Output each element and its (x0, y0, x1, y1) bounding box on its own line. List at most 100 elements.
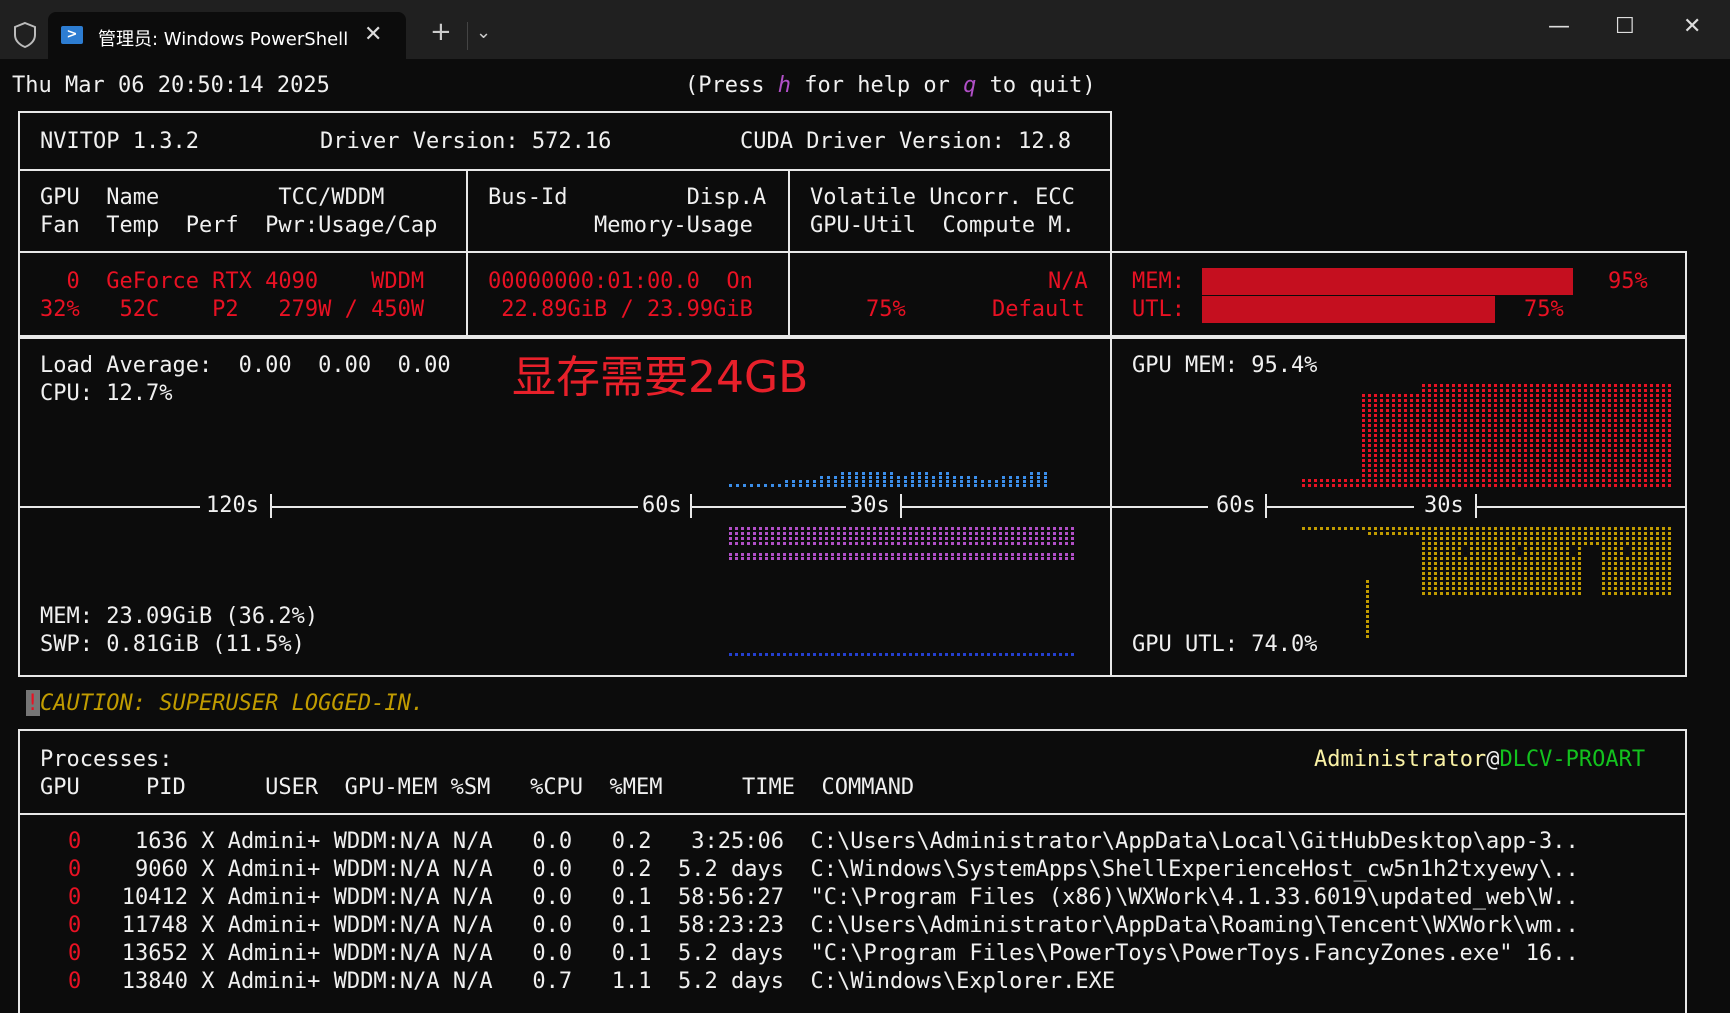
cpu-graph-dot (841, 484, 844, 487)
gpu-utl-graph-dot (1602, 547, 1605, 550)
mem-graph-dot (957, 527, 960, 530)
mem-graph-dot (813, 532, 816, 535)
gpu-utl-graph-dot (1464, 577, 1467, 580)
swap-graph-dot (1071, 653, 1074, 656)
gpu-mem-graph-dot (1458, 469, 1461, 472)
gpu-mem-graph-dot (1500, 459, 1503, 462)
mem-graph-dot (903, 532, 906, 535)
gpu-mem-graph-dot (1620, 434, 1623, 437)
gpu-utl-graph-dot (1410, 532, 1413, 535)
mem-graph-dot (1059, 537, 1062, 540)
process-row[interactable]: 10412 X Admini+ WDDM:N/A N/A 0.0 0.1 58:… (82, 884, 1579, 912)
gpu-utl-graph-dot (1494, 527, 1497, 530)
gpu-mem-graph-dot (1590, 424, 1593, 427)
gpu-mem-graph-dot (1548, 454, 1551, 457)
gpu-mem-graph-dot (1506, 424, 1509, 427)
gpu-utl-graph-dot (1422, 547, 1425, 550)
gpu-mem-graph-dot (1530, 424, 1533, 427)
process-row[interactable]: 11748 X Admini+ WDDM:N/A N/A 0.0 0.1 58:… (82, 912, 1579, 940)
gpu-mem-graph-dot (1554, 434, 1557, 437)
gpu-utl-graph-dot (1608, 527, 1611, 530)
gpu-utl-graph-dot (1494, 587, 1497, 590)
gpu-mem-graph-dot (1392, 479, 1395, 482)
gpu-utl-graph-dot (1542, 542, 1545, 545)
cpu-graph-dot (1030, 480, 1033, 483)
gpu-mem-graph-dot (1482, 414, 1485, 417)
gpu-mem-graph-dot (1650, 399, 1653, 402)
gpu-utl-graph-dot (1366, 585, 1369, 588)
gpu-utl-graph-dot (1422, 572, 1425, 575)
gpu-utl-graph-dot (1632, 582, 1635, 585)
gpu-mem-graph-dot (1554, 404, 1557, 407)
gpu-utl-graph-dot (1368, 527, 1371, 530)
gpu-mem-graph-dot (1452, 384, 1455, 387)
swap-graph-dot (861, 653, 864, 656)
gpu-mem-graph-dot (1476, 384, 1479, 387)
gpu-mem-graph-dot (1560, 469, 1563, 472)
gpu-mem-graph-dot (1602, 429, 1605, 432)
gpu-mem-graph-dot (1632, 434, 1635, 437)
gpu-mem-graph-dot (1614, 439, 1617, 442)
process-row[interactable]: 9060 X Admini+ WDDM:N/A N/A 0.0 0.2 5.2 … (82, 856, 1579, 884)
gpu-utl-graph-dot (1614, 587, 1617, 590)
gpu-mem-graph-dot (1524, 389, 1527, 392)
gpu-utl-graph-dot (1488, 542, 1491, 545)
gpu-utl-graph-dot (1512, 592, 1515, 595)
gpu-mem-graph-dot (1362, 424, 1365, 427)
gpu-utl-graph-dot (1572, 532, 1575, 535)
gpu-utl-graph-dot (1428, 527, 1431, 530)
gpu-mem-graph-dot (1494, 409, 1497, 412)
swap-graph-dot (807, 653, 810, 656)
gpu-mem-graph-dot (1662, 429, 1665, 432)
gpu-utl-graph-dot (1596, 527, 1599, 530)
mem-graph-dot (753, 532, 756, 535)
gpu-utl-graph-dot (1446, 547, 1449, 550)
mem-graph-dot (993, 527, 996, 530)
gpu-mem-graph-dot (1440, 409, 1443, 412)
gpu-utl-graph-dot (1560, 592, 1563, 595)
gpu-utl-graph-dot (1662, 572, 1665, 575)
mem-graph-dot (1023, 557, 1026, 560)
mem-graph-dot (1029, 557, 1032, 560)
process-row[interactable]: 13840 X Admini+ WDDM:N/A N/A 0.7 1.1 5.2… (82, 968, 1115, 996)
gpu-mem-graph-dot (1428, 389, 1431, 392)
process-row[interactable]: 13652 X Admini+ WDDM:N/A N/A 0.0 0.1 5.2… (82, 940, 1579, 968)
gpu-mem-graph-dot (1404, 434, 1407, 437)
cpu-graph-dot (904, 484, 907, 487)
gpu-utl-graph-dot (1410, 527, 1413, 530)
gpu-mem-graph-dot (1416, 414, 1419, 417)
gpu-mem-graph-dot (1566, 454, 1569, 457)
gpu-mem-graph-dot (1458, 434, 1461, 437)
gpu-mem-graph-dot (1350, 479, 1353, 482)
gpu-mem-graph-dot (1554, 439, 1557, 442)
gpu-utl-graph-dot (1434, 562, 1437, 565)
gpu-mem-graph-dot (1458, 474, 1461, 477)
gpu-mem-graph-dot (1500, 399, 1503, 402)
gpu-mem-graph-dot (1452, 429, 1455, 432)
cpu-graph-dot (911, 484, 914, 487)
gpu-mem-graph-dot (1488, 424, 1491, 427)
gpu-utl-graph-dot (1560, 542, 1563, 545)
process-row[interactable]: 1636 X Admini+ WDDM:N/A N/A 0.0 0.2 3:25… (82, 828, 1579, 856)
gpu-utl-graph-dot (1524, 547, 1527, 550)
mem-graph-dot (987, 557, 990, 560)
gpu-mem-graph-dot (1626, 399, 1629, 402)
gpu-mem-graph-dot (1572, 469, 1575, 472)
gpu-utl-graph-dot (1506, 542, 1509, 545)
gpu-utl-graph-dot (1638, 537, 1641, 540)
gpu-mem-graph-dot (1488, 474, 1491, 477)
swap-graph-dot (837, 653, 840, 656)
gpu-utl-graph-dot (1554, 542, 1557, 545)
gpu-utl-graph-dot (1566, 532, 1569, 535)
cpu-graph-dot (792, 484, 795, 487)
gpu-mem-graph-dot (1422, 454, 1425, 457)
gpu-utl-graph-dot (1458, 537, 1461, 540)
gpu-mem-graph-dot (1494, 404, 1497, 407)
gpu-utl-graph-dot (1518, 562, 1521, 565)
gpu-utl-graph-dot (1524, 587, 1527, 590)
cpu-graph-dot (834, 476, 837, 479)
gpu-utl-graph-dot (1656, 592, 1659, 595)
gpu-utl-graph-dot (1518, 592, 1521, 595)
gpu-mem-graph-dot (1470, 454, 1473, 457)
gpu-mem-graph-dot (1560, 399, 1563, 402)
